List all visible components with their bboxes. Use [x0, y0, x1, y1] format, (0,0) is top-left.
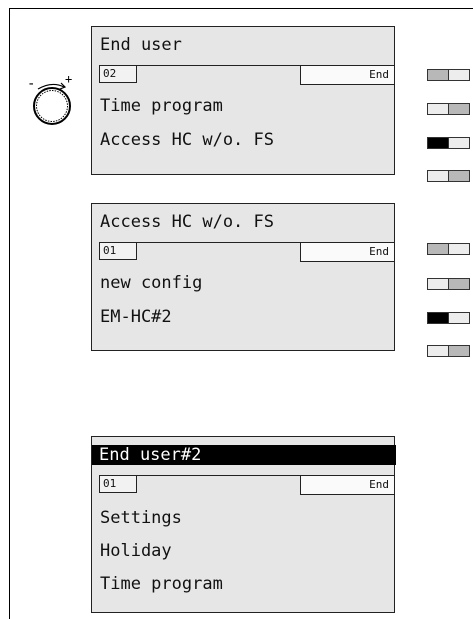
- menu-index-box: 01: [99, 242, 137, 260]
- knob-minus-label: -: [27, 76, 36, 92]
- menu-item-holiday[interactable]: Holiday: [100, 541, 172, 561]
- divider-line: [137, 475, 300, 476]
- rotary-knob-icon[interactable]: - +: [27, 72, 75, 126]
- selector-switch-icon[interactable]: [427, 103, 470, 115]
- divider-line: [137, 242, 300, 243]
- frame-left-border: [9, 8, 10, 619]
- menu-item-time-program[interactable]: Time program: [100, 574, 223, 594]
- menu-item-time-program[interactable]: Time program: [100, 96, 223, 116]
- menu-item-settings[interactable]: Settings: [100, 508, 182, 528]
- end-button[interactable]: End: [300, 65, 395, 85]
- menu-item-new-config[interactable]: new config: [100, 273, 202, 293]
- divider-line: [137, 65, 300, 66]
- menu-index-box: 01: [99, 475, 137, 493]
- menu-panel-access-hc[interactable]: Access HC w/o. FS 01 End new config EM-H…: [91, 203, 395, 351]
- selector-switch-icon[interactable]: [427, 243, 470, 255]
- end-button[interactable]: End: [300, 242, 395, 262]
- frame-top-border: [9, 8, 473, 9]
- menu-panel-end-user[interactable]: End user 02 End Time program Access HC w…: [91, 26, 395, 175]
- panel-title: End user: [100, 35, 182, 55]
- menu-item-access-hc[interactable]: Access HC w/o. FS: [100, 130, 274, 150]
- panel-title-highlighted: End user#2: [92, 445, 396, 465]
- end-button[interactable]: End: [300, 475, 395, 495]
- selector-switch-icon[interactable]: [427, 69, 470, 81]
- menu-panel-end-user-2[interactable]: End user#2 01 End Settings Holiday Time …: [91, 436, 396, 613]
- selector-switch-icon[interactable]: [427, 170, 470, 182]
- panel-title: Access HC w/o. FS: [100, 212, 274, 232]
- selector-switch-icon[interactable]: [427, 312, 470, 324]
- menu-item-em-hc2[interactable]: EM-HC#2: [100, 307, 172, 327]
- knob-plus-label: +: [65, 72, 73, 86]
- selector-switch-icon[interactable]: [427, 137, 470, 149]
- selector-switch-icon[interactable]: [427, 278, 470, 290]
- selector-switch-icon[interactable]: [427, 345, 470, 357]
- menu-index-box: 02: [99, 65, 137, 83]
